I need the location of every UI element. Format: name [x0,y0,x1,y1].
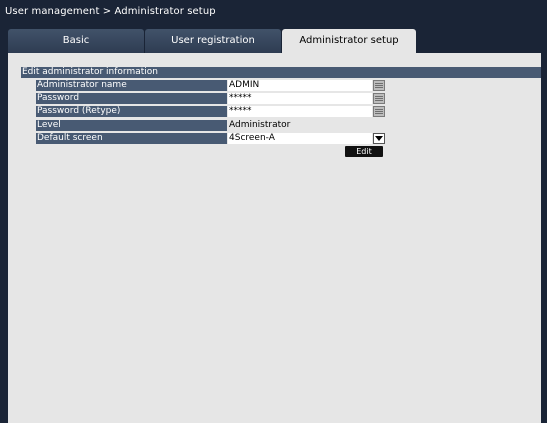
default-screen-dropdown-button[interactable] [373,133,385,144]
tab-administrator-setup[interactable]: Administrator setup [282,29,416,53]
password-label: Password [36,93,227,104]
level-label: Level [36,120,227,131]
password-retype-keyboard-button[interactable] [373,106,385,117]
app-window: User management > Administrator setup Ba… [0,0,547,423]
settings-panel: Edit administrator information Administr… [8,53,541,423]
tab-user-registration[interactable]: User registration [145,29,281,53]
password-keyboard-button[interactable] [373,93,385,104]
breadcrumb: User management > Administrator setup [5,6,216,17]
password-field[interactable]: ***** [228,93,372,104]
keyboard-icon [375,96,383,101]
default-screen-label: Default screen [36,133,227,144]
administrator-name-keyboard-button[interactable] [373,80,385,91]
level-value: Administrator [229,120,291,130]
password-retype-row: Password (Retype) ***** [36,106,385,117]
password-retype-label: Password (Retype) [36,106,227,117]
keyboard-icon [375,83,383,88]
password-retype-field[interactable]: ***** [228,106,372,117]
section-header: Edit administrator information [21,67,541,78]
password-row: Password ***** [36,93,385,104]
default-screen-select[interactable]: 4Screen-A [228,133,372,144]
triangle-down-icon [375,136,383,141]
tab-basic[interactable]: Basic [8,29,144,53]
edit-button[interactable]: Edit [345,146,383,157]
keyboard-icon [375,109,383,114]
administrator-name-field[interactable]: ADMIN [228,80,372,91]
level-row: Level Administrator [36,120,385,131]
administrator-name-row: Administrator name ADMIN [36,80,385,91]
default-screen-row: Default screen 4Screen-A [36,133,385,144]
administrator-name-label: Administrator name [36,80,227,91]
